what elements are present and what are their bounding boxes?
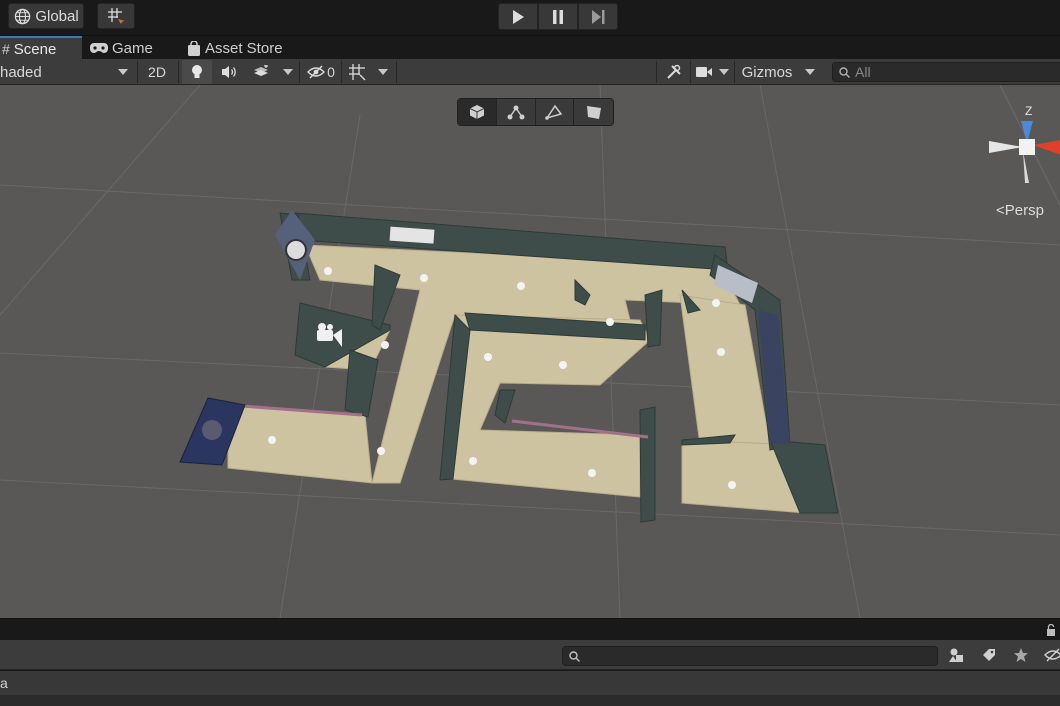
project-list-item-label: a [0, 675, 8, 691]
gamepad-icon [90, 43, 108, 53]
view-mode-face-button[interactable] [574, 99, 613, 125]
tag-icon [983, 649, 995, 661]
scene-search-input[interactable]: All [832, 62, 1060, 82]
search-icon [569, 651, 580, 662]
toolbar-divider [299, 61, 300, 83]
search-placeholder: All [855, 64, 871, 80]
scene-viewport[interactable]: Z <Persp [0, 85, 1060, 618]
lighting-toggle-button[interactable] [182, 60, 212, 84]
eye-slash-icon [307, 65, 326, 79]
global-label: Global [35, 7, 79, 25]
chevron-down-icon [118, 69, 128, 75]
toolbar-divider [734, 61, 735, 83]
step-icon [592, 9, 605, 24]
project-list-row[interactable]: a [0, 671, 1060, 695]
hidden-packages-button[interactable] [1039, 645, 1060, 665]
pause-button[interactable] [538, 3, 578, 30]
grid-snap-button[interactable] [97, 3, 135, 29]
gizmos-dropdown[interactable] [799, 60, 821, 84]
2d-label: 2D [148, 64, 166, 80]
audio-toggle-button[interactable] [214, 60, 244, 84]
shopping-bag-icon [188, 40, 200, 56]
toolbar-divider [178, 61, 179, 83]
tab-game-label: Game [112, 39, 153, 57]
tools-button[interactable] [660, 60, 688, 84]
gizmos-button[interactable]: Gizmos [737, 60, 797, 84]
speaker-icon [221, 66, 236, 78]
search-icon [839, 67, 850, 78]
play-button[interactable] [498, 3, 538, 30]
tab-scene[interactable]: # Scene [0, 36, 82, 60]
play-icon [513, 9, 524, 24]
vertex-icon [545, 104, 563, 120]
star-icon [1014, 648, 1028, 662]
grid-dropdown[interactable] [372, 60, 394, 84]
scene-visibility-toggle[interactable]: 0 [302, 60, 340, 84]
tab-asset-store-label: Asset Store [205, 39, 283, 57]
lock-icon[interactable] [1046, 624, 1056, 636]
video-camera-icon [696, 67, 712, 77]
effects-layers-icon [254, 65, 268, 76]
chevron-down-icon [378, 69, 388, 75]
toolbar-divider [656, 61, 657, 83]
grid-snap-icon [108, 8, 125, 24]
tools-icon [667, 64, 681, 79]
bottom-panel-tabs [0, 618, 1060, 640]
draw-mode-dropdown[interactable]: haded [0, 60, 134, 84]
z-axis-label: Z [1025, 104, 1032, 118]
scene-3d-render[interactable]: Z [0, 85, 1060, 618]
favorites-button[interactable] [1007, 645, 1035, 665]
camera-settings-button[interactable] [693, 60, 715, 84]
toolbar-divider [396, 61, 397, 83]
eye-slash-icon [1044, 648, 1060, 662]
toolbar-divider [341, 61, 342, 83]
tab-game[interactable]: Game [90, 36, 182, 60]
persp-toggle[interactable]: <Persp [996, 202, 1044, 219]
nodes-icon [507, 105, 525, 120]
scene-hash-icon: # [2, 41, 10, 57]
toolbar-divider [690, 61, 691, 83]
view-mode-vertex-button[interactable] [535, 99, 575, 125]
chevron-down-icon [283, 69, 293, 75]
window-tabs: # Scene Game Asset Store [0, 35, 1060, 60]
orientation-gizmo[interactable] [989, 121, 1060, 183]
persp-label: Persp [1004, 202, 1044, 219]
view-mode-toolbar [457, 98, 614, 126]
main-toolbar: Global [0, 0, 1060, 34]
project-search-input[interactable] [562, 646, 938, 666]
view-mode-cube-button[interactable] [458, 99, 497, 125]
search-by-type-button[interactable] [943, 645, 971, 665]
hidden-count: 0 [327, 64, 335, 80]
search-by-label-button[interactable] [975, 645, 1003, 665]
shapes-icon [949, 648, 963, 662]
play-controls [498, 3, 618, 30]
bottom-panel-toolbar [0, 640, 1060, 670]
2d-toggle-button[interactable]: 2D [141, 60, 173, 84]
cube-icon [469, 105, 485, 119]
scene-toolbar: haded 2D 0 Gizmos All [0, 59, 1060, 85]
chevron-down-icon [719, 69, 729, 75]
face-icon [586, 106, 601, 119]
globe-icon [14, 8, 31, 25]
tab-scene-label: Scene [13, 40, 57, 58]
draw-mode-label: haded [0, 63, 42, 81]
light-bulb-icon [192, 65, 202, 78]
pause-icon [553, 9, 563, 24]
step-button[interactable] [578, 3, 618, 30]
global-toggle-button[interactable]: Global [8, 3, 84, 29]
bottom-panel-body [0, 695, 1060, 706]
view-mode-nodes-button[interactable] [496, 99, 536, 125]
gizmos-label: Gizmos [741, 63, 793, 81]
persp-chevron-icon: < [996, 202, 1005, 219]
tab-asset-store[interactable]: Asset Store [187, 36, 317, 60]
camera-settings-dropdown[interactable] [715, 60, 733, 84]
grid-icon [349, 64, 366, 81]
grid-toggle-button[interactable] [344, 60, 370, 84]
effects-toggle-button[interactable] [246, 60, 276, 84]
chevron-down-icon [805, 69, 815, 75]
effects-dropdown[interactable] [278, 60, 298, 84]
toolbar-divider [137, 61, 138, 83]
